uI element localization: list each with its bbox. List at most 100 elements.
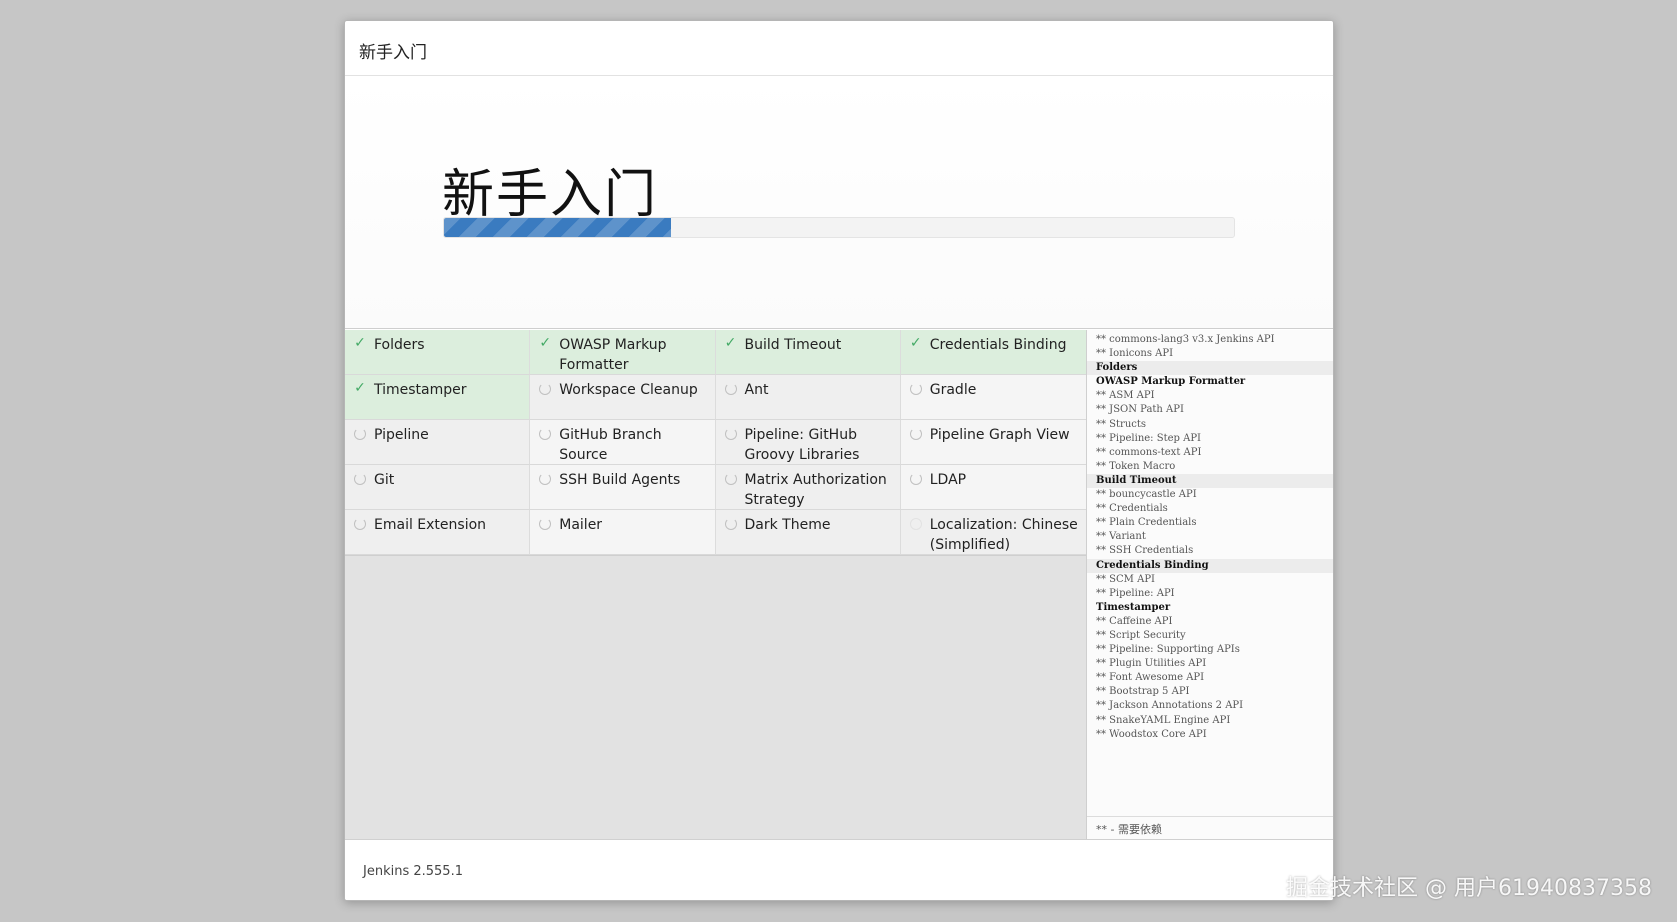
plugin-item: Workspace Cleanup bbox=[530, 375, 716, 420]
spinner-icon bbox=[909, 428, 922, 440]
spinner-icon bbox=[539, 428, 552, 440]
dialog-header: 新手入门 bbox=[345, 21, 1333, 76]
log-plugin-line: Timestamper bbox=[1096, 601, 1171, 613]
dialog-title: 新手入门 bbox=[359, 43, 427, 63]
log-dependency-line: ** Credentials bbox=[1096, 503, 1168, 515]
spinner-icon bbox=[539, 473, 552, 485]
hero-title: 新手入门 bbox=[442, 165, 659, 225]
plugin-item: Pipeline Graph View bbox=[900, 420, 1086, 465]
plugin-item: ✓ Timestamper bbox=[345, 375, 531, 420]
plugin-item: Git bbox=[345, 465, 531, 510]
plugin-item: Ant bbox=[715, 375, 901, 420]
spinner-icon bbox=[724, 383, 737, 395]
plugin-item: LDAP bbox=[900, 465, 1086, 510]
plugin-item: Localization: Chinese (Simplified) bbox=[900, 510, 1086, 555]
setup-wizard-dialog: 新手入门 新手入门 ✓ Folders ✓ OWASP Markup Formatte… bbox=[344, 20, 1334, 901]
dialog-footer: Jenkins 2.555.1 bbox=[345, 839, 1333, 900]
spinner-icon bbox=[354, 518, 366, 530]
plugin-name: Gradle bbox=[929, 382, 977, 398]
spinner-icon bbox=[539, 518, 552, 530]
log-dependency-line: ** SSH Credentials bbox=[1096, 545, 1194, 557]
log-dependency-line: ** Woodstox Core API bbox=[1096, 728, 1207, 740]
plugin-item: Dark Theme bbox=[715, 510, 901, 555]
plugin-item: ✓ Credentials Binding bbox=[900, 330, 1086, 375]
install-progress-fill bbox=[444, 218, 671, 237]
log-dependency-line: ** Pipeline: Supporting APIs bbox=[1096, 644, 1240, 656]
plugin-name: Matrix Authorization Strategy bbox=[744, 472, 887, 508]
log-dependency-line: ** Plain Credentials bbox=[1096, 517, 1197, 529]
plugin-item: SSH Build Agents bbox=[530, 465, 716, 510]
plugin-name: Timestamper bbox=[374, 382, 467, 398]
plugin-name: Pipeline bbox=[374, 427, 429, 443]
plugin-name: LDAP bbox=[929, 472, 967, 488]
plugin-name: Git bbox=[374, 472, 395, 488]
log-dependency-line: ** Pipeline: Step API bbox=[1096, 432, 1201, 444]
spinner-icon bbox=[724, 428, 737, 440]
log-dependency-line: ** Ionicons API bbox=[1096, 348, 1174, 360]
plugin-name: Email Extension bbox=[374, 517, 487, 533]
plugin-item: Pipeline: GitHub Groovy Libraries bbox=[715, 420, 901, 465]
plugin-item: ✓ OWASP Markup Formatter bbox=[530, 330, 716, 375]
spinner-icon bbox=[909, 383, 922, 395]
plugin-grid: ✓ Folders ✓ OWASP Markup Formatter ✓ Build Ti… bbox=[345, 330, 1086, 556]
install-body: ✓ Folders ✓ OWASP Markup Formatter ✓ Build Ti… bbox=[345, 330, 1333, 839]
install-log-panel[interactable]: ** commons-lang3 v3.x Jenkins API ** Ioni… bbox=[1087, 330, 1333, 839]
plugin-status-area: ✓ Folders ✓ OWASP Markup Formatter ✓ Build Ti… bbox=[345, 330, 1087, 839]
plugin-item: Gradle bbox=[900, 375, 1086, 420]
plugin-name: Pipeline Graph View bbox=[929, 427, 1070, 443]
spinner-icon bbox=[724, 473, 737, 485]
plugin-item: ✓ Folders bbox=[345, 330, 531, 375]
check-icon: ✓ bbox=[354, 380, 366, 396]
log-dependency-line: ** commons-lang3 v3.x Jenkins API bbox=[1096, 334, 1275, 345]
log-plugin-line: OWASP Markup Formatter bbox=[1096, 376, 1246, 388]
hero-section: 新手入门 bbox=[345, 76, 1333, 329]
log-dependency-line: ** JSON Path API bbox=[1096, 404, 1184, 416]
log-dependency-line: ** Font Awesome API bbox=[1096, 672, 1205, 684]
plugin-name: Localization: Chinese (Simplified) bbox=[929, 517, 1078, 553]
log-dependency-line: ** Plugin Utilities API bbox=[1096, 658, 1207, 670]
jenkins-version: Jenkins 2.555.1 bbox=[363, 864, 463, 879]
log-dependency-line: ** Variant bbox=[1096, 531, 1146, 543]
log-dependency-line: ** Jackson Annotations 2 API bbox=[1096, 700, 1244, 712]
plugin-name: Ant bbox=[744, 382, 769, 398]
install-log: ** commons-lang3 v3.x Jenkins API ** Ioni… bbox=[1087, 330, 1333, 742]
log-dependency-line: ** Script Security bbox=[1096, 629, 1186, 641]
log-dependency-line: ** SnakeYAML Engine API bbox=[1096, 714, 1231, 726]
log-legend: ** - 需要依赖 bbox=[1087, 816, 1333, 839]
spinner-icon bbox=[354, 473, 366, 485]
plugin-item: GitHub Branch Source bbox=[530, 420, 716, 465]
plugin-item: Matrix Authorization Strategy bbox=[715, 465, 901, 510]
check-icon: ✓ bbox=[724, 335, 737, 351]
plugin-name: Dark Theme bbox=[744, 517, 831, 533]
log-dependency-line: ** Token Macro bbox=[1096, 460, 1176, 472]
plugin-name: Build Timeout bbox=[744, 337, 842, 353]
plugin-item: ✓ Build Timeout bbox=[715, 330, 901, 375]
plugin-name: Mailer bbox=[559, 517, 603, 533]
spinner-icon bbox=[909, 473, 922, 485]
log-plugin-line: Folders bbox=[1087, 361, 1333, 376]
log-plugin-line: Build Timeout bbox=[1087, 473, 1333, 489]
check-icon: ✓ bbox=[909, 335, 922, 351]
spinner-icon bbox=[724, 518, 737, 530]
check-icon: ✓ bbox=[539, 335, 552, 351]
log-dependency-line: ** Structs bbox=[1096, 418, 1147, 430]
log-dependency-line: ** ASM API bbox=[1096, 390, 1155, 402]
log-dependency-line: ** Bootstrap 5 API bbox=[1096, 686, 1190, 698]
log-dependency-line: ** bouncycastle API bbox=[1096, 489, 1197, 501]
plugin-name: Pipeline: GitHub Groovy Libraries bbox=[744, 427, 860, 463]
install-progress-bar bbox=[443, 217, 1235, 238]
plugin-item: Pipeline bbox=[345, 420, 531, 465]
plugin-name: SSH Build Agents bbox=[559, 472, 681, 488]
plugin-name: Workspace Cleanup bbox=[559, 382, 698, 398]
plugin-name: OWASP Markup Formatter bbox=[559, 337, 667, 373]
plugin-name: Credentials Binding bbox=[929, 337, 1067, 353]
plugin-item: Email Extension bbox=[345, 510, 531, 555]
plugin-name: Folders bbox=[374, 337, 425, 353]
plugin-item: Mailer bbox=[530, 510, 716, 555]
check-icon: ✓ bbox=[354, 335, 366, 351]
log-dependency-line: ** commons-text API bbox=[1096, 446, 1202, 458]
spinner-icon bbox=[354, 428, 366, 440]
log-plugin-line: Credentials Binding bbox=[1087, 558, 1333, 573]
spinner-idle-icon bbox=[909, 518, 922, 530]
plugin-name: GitHub Branch Source bbox=[559, 427, 662, 463]
